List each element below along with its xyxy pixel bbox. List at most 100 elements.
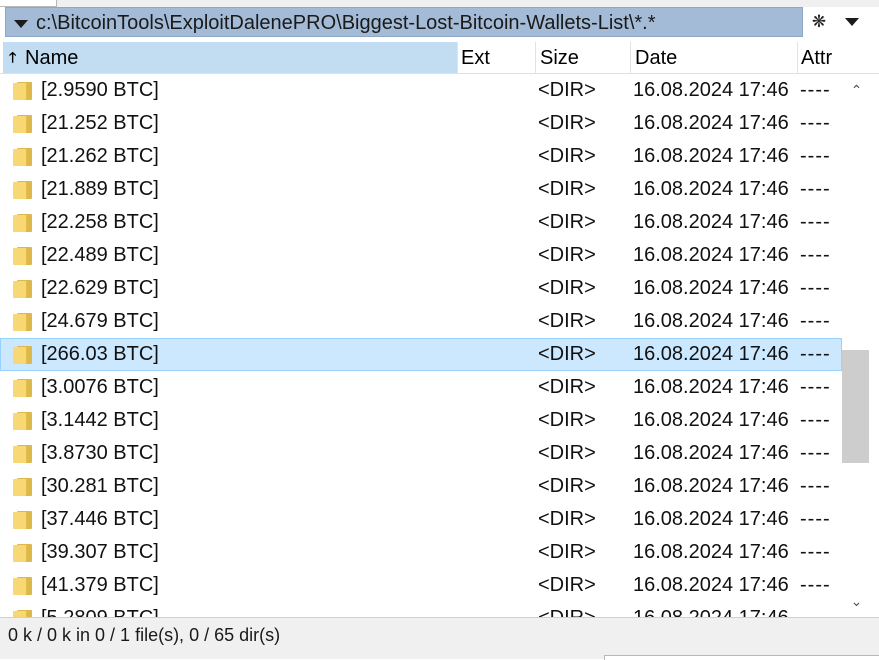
file-date: 16.08.2024 17:46 bbox=[633, 475, 789, 497]
column-header-size[interactable]: Size bbox=[536, 42, 631, 73]
file-size: <DIR> bbox=[538, 178, 596, 200]
column-header: 🡑 Name Ext Size Date Attr bbox=[0, 42, 879, 74]
file-date: 16.08.2024 17:46 bbox=[633, 211, 789, 233]
list-item[interactable]: [41.379 BTC] <DIR> 16.08.2024 17:46 ---- bbox=[0, 569, 842, 602]
list-item[interactable]: [22.629 BTC] <DIR> 16.08.2024 17:46 ---- bbox=[0, 272, 842, 305]
file-name: [30.281 BTC] bbox=[41, 475, 159, 497]
file-date: 16.08.2024 17:46 bbox=[633, 376, 789, 398]
file-size: <DIR> bbox=[538, 475, 596, 497]
file-name: [21.252 BTC] bbox=[41, 112, 159, 134]
file-date: 16.08.2024 17:46 bbox=[633, 602, 789, 617]
list-item[interactable]: [21.889 BTC] <DIR> 16.08.2024 17:46 ---- bbox=[0, 173, 842, 206]
file-list[interactable]: [2.9590 BTC] <DIR> 16.08.2024 17:46 ---- [21… bbox=[0, 74, 842, 617]
file-date: 16.08.2024 17:46 bbox=[633, 244, 789, 266]
scrollbar-thumb[interactable] bbox=[842, 350, 869, 463]
list-item[interactable]: [22.489 BTC] <DIR> 16.08.2024 17:46 ---- bbox=[0, 239, 842, 272]
file-name: [21.262 BTC] bbox=[41, 145, 159, 167]
file-name: [3.8730 BTC] bbox=[41, 442, 159, 464]
list-item[interactable]: [39.307 BTC] <DIR> 16.08.2024 17:46 ---- bbox=[0, 536, 842, 569]
file-date: 16.08.2024 17:46 bbox=[633, 310, 789, 332]
file-name: [2.9590 BTC] bbox=[41, 79, 159, 101]
file-size: <DIR> bbox=[538, 376, 596, 398]
file-attr: ---- bbox=[800, 442, 831, 464]
file-date: 16.08.2024 17:46 bbox=[633, 442, 789, 464]
folder-icon bbox=[13, 82, 32, 100]
file-attr: ---- bbox=[800, 145, 831, 167]
file-size: <DIR> bbox=[538, 310, 596, 332]
file-date: 16.08.2024 17:46 bbox=[633, 508, 789, 530]
folder-icon bbox=[13, 247, 32, 265]
file-size: <DIR> bbox=[538, 574, 596, 596]
chevron-down-icon bbox=[845, 18, 859, 26]
scroll-up-icon[interactable]: ⌃ bbox=[842, 76, 871, 104]
file-size: <DIR> bbox=[538, 343, 596, 365]
file-attr: ---- bbox=[800, 211, 831, 233]
folder-icon bbox=[13, 544, 32, 562]
file-name: [22.629 BTC] bbox=[41, 277, 159, 299]
list-item[interactable]: [5.2809 BTC] <DIR> 16.08.2024 17:46 ---- bbox=[0, 602, 842, 617]
folder-icon bbox=[13, 412, 32, 430]
file-attr: ---- bbox=[800, 112, 831, 134]
column-header-attr[interactable]: Attr bbox=[798, 42, 879, 73]
file-attr: ---- bbox=[800, 409, 831, 431]
file-size: <DIR> bbox=[538, 79, 596, 101]
file-name: [24.679 BTC] bbox=[41, 310, 159, 332]
list-item[interactable]: [2.9590 BTC] <DIR> 16.08.2024 17:46 ---- bbox=[0, 74, 842, 107]
file-name: [5.2809 BTC] bbox=[41, 602, 159, 617]
column-header-name-label: Name bbox=[25, 47, 79, 69]
list-item[interactable]: [266.03 BTC] <DIR> 16.08.2024 17:46 ---- bbox=[0, 338, 842, 371]
file-size: <DIR> bbox=[538, 442, 596, 464]
path-bar[interactable]: c:\BitcoinTools\ExploitDalenePRO\Biggest… bbox=[5, 7, 803, 37]
file-attr: ---- bbox=[800, 79, 831, 101]
column-header-date[interactable]: Date bbox=[631, 42, 798, 73]
folder-icon bbox=[13, 181, 32, 199]
file-date: 16.08.2024 17:46 bbox=[633, 79, 789, 101]
list-item[interactable]: [3.0076 BTC] <DIR> 16.08.2024 17:46 ---- bbox=[0, 371, 842, 404]
column-header-ext[interactable]: Ext bbox=[458, 42, 536, 73]
list-item[interactable]: [37.446 BTC] <DIR> 16.08.2024 17:46 ---- bbox=[0, 503, 842, 536]
file-name: [22.489 BTC] bbox=[41, 244, 159, 266]
file-attr: ---- bbox=[800, 541, 831, 563]
folder-icon bbox=[13, 148, 32, 166]
file-size: <DIR> bbox=[538, 508, 596, 530]
list-item[interactable]: [3.8730 BTC] <DIR> 16.08.2024 17:46 ---- bbox=[0, 437, 842, 470]
file-date: 16.08.2024 17:46 bbox=[633, 343, 789, 365]
history-dropdown-icon[interactable] bbox=[14, 20, 28, 28]
list-item[interactable]: [30.281 BTC] <DIR> 16.08.2024 17:46 ---- bbox=[0, 470, 842, 503]
folder-icon bbox=[13, 346, 32, 364]
file-size: <DIR> bbox=[538, 244, 596, 266]
file-name: [41.379 BTC] bbox=[41, 574, 159, 596]
file-date: 16.08.2024 17:46 bbox=[633, 574, 789, 596]
file-size: <DIR> bbox=[538, 112, 596, 134]
scroll-down-icon[interactable]: ⌄ bbox=[842, 587, 871, 615]
current-path: c:\BitcoinTools\ExploitDalenePRO\Biggest… bbox=[36, 12, 656, 34]
file-date: 16.08.2024 17:46 bbox=[633, 409, 789, 431]
folder-icon bbox=[13, 511, 32, 529]
folder-icon bbox=[13, 280, 32, 298]
status-text: 0 k / 0 k in 0 / 1 file(s), 0 / 65 dir(s… bbox=[8, 625, 281, 645]
file-date: 16.08.2024 17:46 bbox=[633, 277, 789, 299]
list-item[interactable]: [21.262 BTC] <DIR> 16.08.2024 17:46 ---- bbox=[0, 140, 842, 173]
column-header-name[interactable]: 🡑 Name bbox=[3, 42, 458, 73]
file-attr: ---- bbox=[800, 244, 831, 266]
vertical-scrollbar[interactable]: ⌃ ⌄ bbox=[842, 74, 871, 617]
file-attr: ---- bbox=[800, 508, 831, 530]
file-size: <DIR> bbox=[538, 277, 596, 299]
file-attr: ---- bbox=[800, 178, 831, 200]
folder-icon bbox=[13, 214, 32, 232]
window-top-strip bbox=[0, 0, 879, 7]
file-attr: ---- bbox=[800, 310, 831, 332]
asterisk-icon[interactable]: ❋ bbox=[806, 9, 832, 35]
list-item[interactable]: [21.252 BTC] <DIR> 16.08.2024 17:46 ---- bbox=[0, 107, 842, 140]
dropdown-icon[interactable] bbox=[839, 9, 865, 35]
file-date: 16.08.2024 17:46 bbox=[633, 145, 789, 167]
list-item[interactable]: [3.1442 BTC] <DIR> 16.08.2024 17:46 ---- bbox=[0, 404, 842, 437]
list-item[interactable]: [22.258 BTC] <DIR> 16.08.2024 17:46 ---- bbox=[0, 206, 842, 239]
file-name: [37.446 BTC] bbox=[41, 508, 159, 530]
file-date: 16.08.2024 17:46 bbox=[633, 112, 789, 134]
sort-up-arrow-icon: 🡑 bbox=[9, 49, 17, 65]
file-date: 16.08.2024 17:46 bbox=[633, 178, 789, 200]
file-attr: ---- bbox=[800, 574, 831, 596]
list-item[interactable]: [24.679 BTC] <DIR> 16.08.2024 17:46 ---- bbox=[0, 305, 842, 338]
file-date: 16.08.2024 17:46 bbox=[633, 541, 789, 563]
